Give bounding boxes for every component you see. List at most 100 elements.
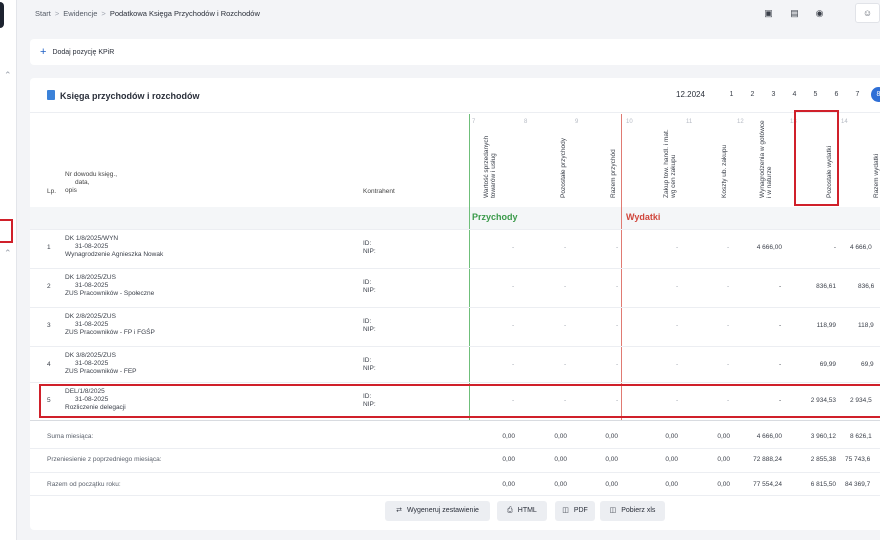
row2-contractor: ID: NIP:	[363, 279, 376, 295]
row-divider	[30, 346, 880, 347]
highlight-marker	[0, 219, 13, 243]
row-divider	[30, 307, 880, 308]
add-square-icon[interactable]: ▣	[763, 8, 774, 19]
row1-lp: 1	[47, 244, 51, 251]
row3-c9: -	[616, 322, 619, 329]
row3-nip: NIP:	[363, 326, 376, 333]
col-12-header: Wynagrodzenia w gotówce i w naturze	[759, 120, 773, 198]
sum-month-c12: 4 666,00	[756, 433, 782, 440]
sum-carry-c14: 75 743,6	[845, 456, 871, 463]
row4-doc[interactable]: DK 3/8/2025/ZUS 31-08-2025 ZUS Pracownik…	[65, 352, 137, 376]
col-num-11: 11	[686, 119, 693, 125]
row1-contractor: ID: NIP:	[363, 240, 376, 256]
row4-c13: 69,99	[819, 361, 836, 368]
row3-c8: -	[564, 322, 567, 329]
breadcrumb-ewidencje[interactable]: Ewidencje	[63, 9, 97, 18]
row2-date: 31-08-2025	[75, 282, 109, 289]
row3-date: 31-08-2025	[75, 321, 109, 328]
chevron-up-icon[interactable]: ⌃	[4, 70, 12, 81]
col-num-9: 9	[575, 119, 579, 125]
row-divider	[30, 448, 880, 449]
plus-icon: +	[40, 46, 47, 58]
page-1[interactable]: 1	[724, 87, 739, 102]
row1-c13: -	[833, 244, 836, 251]
col-nr-line2: data,	[75, 179, 90, 186]
chevron-up-icon[interactable]: ⌃	[4, 248, 12, 259]
row3-lp: 3	[47, 322, 51, 329]
col-11-header: Koszty ub. zakupu	[721, 144, 728, 198]
row2-c10: -	[676, 283, 679, 290]
highlight-row-box	[39, 384, 880, 418]
page-8[interactable]: 8	[871, 87, 880, 102]
add-kpir-button[interactable]: + Dodaj pozycję KPiR	[40, 46, 114, 58]
page-4[interactable]: 4	[787, 87, 802, 102]
generate-button[interactable]: ⇄ Wygeneruj zestawienie	[385, 501, 490, 521]
col-10-header: Zakup tow. handl. i mat. wg cen zakupu	[663, 129, 677, 198]
row4-c14: 69,9	[861, 361, 874, 368]
row-divider	[30, 382, 880, 383]
row1-id: ID:	[363, 240, 372, 247]
pdf-button[interactable]: ◫ PDF	[555, 501, 595, 521]
row4-date: 31-08-2025	[75, 360, 109, 367]
row4-nip: NIP:	[363, 365, 376, 372]
top-bar: Start > Ewidencje > Podatkowa Księga Przycho…	[17, 0, 880, 28]
sum-year-c11: 0,00	[717, 481, 730, 488]
page-3[interactable]: 3	[766, 87, 781, 102]
page-5[interactable]: 5	[808, 87, 823, 102]
sum-month-c14: 8 626,1	[850, 433, 872, 440]
section-przychody: Przychody	[472, 212, 518, 222]
row1-c7: -	[512, 244, 515, 251]
add-position-bar: + Dodaj pozycję KPiR	[30, 39, 880, 65]
row3-doc[interactable]: DK 2/8/2025/ZUS 31-08-2025 ZUS Pracownik…	[65, 313, 155, 337]
row3-nr: DK 2/8/2025/ZUS	[65, 313, 116, 320]
sum-month-c10: 0,00	[665, 433, 678, 440]
printer-icon: ⎙	[507, 507, 513, 514]
document-icon[interactable]: ▤	[789, 8, 800, 19]
row2-c8: -	[564, 283, 567, 290]
row4-c10: -	[676, 361, 679, 368]
page-2[interactable]: 2	[745, 87, 760, 102]
calculator-icon	[47, 90, 55, 100]
row2-doc[interactable]: DK 1/8/2025/ZUS 31-08-2025 ZUS Pracownik…	[65, 274, 154, 298]
xls-button[interactable]: ◫ Pobierz xls	[600, 501, 665, 521]
col-lp: Lp.	[47, 188, 57, 195]
col-num-10: 10	[626, 119, 633, 125]
row1-desc: Wynagrodzenie Agnieszka Nowak	[65, 251, 164, 258]
add-kpir-label: Dodaj pozycję KPiR	[52, 49, 115, 56]
file-download-icon: ◫	[609, 507, 617, 514]
col-kontrahent: Kontrahent	[363, 188, 395, 195]
row1-c12: 4 666,00	[756, 244, 782, 251]
section-wydatki: Wydatki	[626, 212, 661, 222]
row2-lp: 2	[47, 283, 51, 290]
row-divider	[30, 495, 880, 496]
breadcrumb-start[interactable]: Start	[35, 9, 51, 18]
sum-month-c13: 3 960,12	[810, 433, 836, 440]
kpir-card: Księga przychodów i rozchodów 12.2024 1 …	[30, 78, 880, 530]
page-7[interactable]: 7	[850, 87, 865, 102]
sum-year-c9: 0,00	[605, 481, 618, 488]
page-6[interactable]: 6	[829, 87, 844, 102]
row1-nr: DK 1/8/2025/WYN	[65, 235, 119, 242]
row3-c10: -	[676, 322, 679, 329]
card-title-text: Księga przychodów i rozchodów	[60, 91, 200, 101]
row4-desc: ZUS Pracowników - FEP	[65, 368, 137, 375]
row1-c10: -	[676, 244, 679, 251]
file-icon: ◫	[562, 507, 569, 514]
user-avatar[interactable]: ☺	[855, 3, 880, 23]
col-9-header: Razem przychód	[610, 149, 617, 198]
col-8-header: Pozostałe przychody	[560, 138, 567, 198]
sum-month-c7: 0,00	[502, 433, 515, 440]
chat-icon[interactable]: ◉	[814, 8, 825, 19]
col-nr: Nr dowodu księg., data, opis	[65, 171, 117, 195]
row4-id: ID:	[363, 357, 372, 364]
sum-year-c7: 0,00	[502, 481, 515, 488]
row-divider	[30, 472, 880, 473]
app-logo[interactable]	[0, 2, 4, 28]
row1-doc[interactable]: DK 1/8/2025/WYN 31-08-2025 Wynagrodzenie…	[65, 235, 163, 259]
html-button[interactable]: ⎙ HTML	[497, 501, 547, 521]
row4-contractor: ID: NIP:	[363, 357, 376, 373]
sum-year-c13: 6 815,50	[810, 481, 836, 488]
row3-contractor: ID: NIP:	[363, 318, 376, 334]
row3-c13: 118,99	[816, 322, 836, 329]
left-sidebar: ⌃ ⌃	[0, 0, 17, 540]
